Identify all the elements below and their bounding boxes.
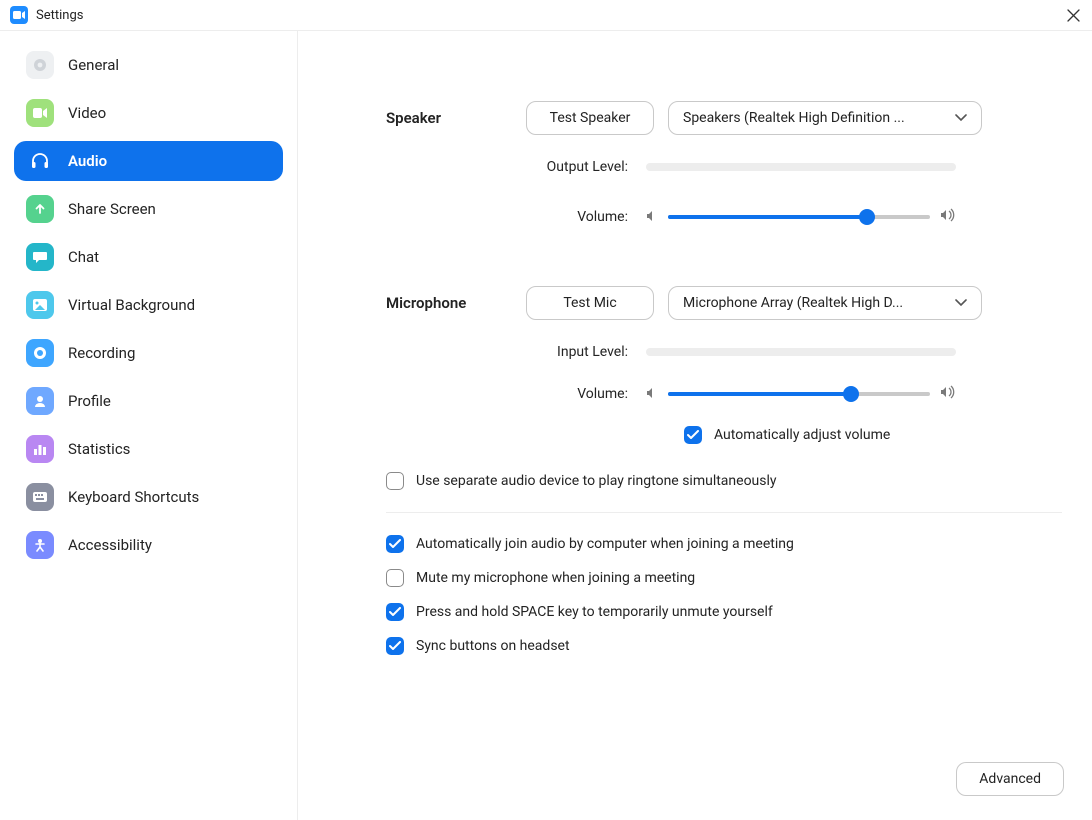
accessibility-icon bbox=[26, 531, 54, 559]
sidebar-item-label: Chat bbox=[68, 248, 99, 266]
sidebar-item-statistics[interactable]: Statistics bbox=[14, 429, 283, 469]
sidebar-item-label: Profile bbox=[68, 392, 111, 410]
close-button[interactable] bbox=[1064, 6, 1082, 24]
record-icon bbox=[26, 339, 54, 367]
checkbox-label: Press and hold SPACE key to temporarily … bbox=[416, 604, 773, 620]
speaker-device-dropdown[interactable]: Speakers (Realtek High Definition ... bbox=[668, 101, 982, 135]
sidebar-item-share-screen[interactable]: Share Screen bbox=[14, 189, 283, 229]
gear-icon bbox=[26, 51, 54, 79]
speaker-volume-slider[interactable] bbox=[646, 207, 956, 226]
share-screen-icon bbox=[26, 195, 54, 223]
speaker-high-icon bbox=[940, 384, 956, 403]
input-level-label: Input Level: bbox=[386, 344, 646, 360]
checkbox-box bbox=[386, 569, 404, 587]
speaker-label: Speaker bbox=[386, 109, 526, 127]
sidebar-item-label: Statistics bbox=[68, 440, 130, 458]
video-icon bbox=[26, 99, 54, 127]
checkbox-box bbox=[386, 472, 404, 490]
microphone-device-value: Microphone Array (Realtek High D... bbox=[683, 295, 903, 311]
space-unmute-checkbox[interactable]: Press and hold SPACE key to temporarily … bbox=[386, 603, 1062, 621]
divider bbox=[386, 512, 1062, 513]
sidebar-item-label: Accessibility bbox=[68, 536, 152, 554]
speaker-high-icon bbox=[940, 207, 956, 226]
checkbox-label: Use separate audio device to play ringto… bbox=[416, 473, 777, 489]
sidebar-item-label: Keyboard Shortcuts bbox=[68, 488, 199, 506]
test-mic-button[interactable]: Test Mic bbox=[526, 286, 654, 320]
sidebar-item-accessibility[interactable]: Accessibility bbox=[14, 525, 283, 565]
checkbox-label: Automatically join audio by computer whe… bbox=[416, 536, 794, 552]
mute-on-join-checkbox[interactable]: Mute my microphone when joining a meetin… bbox=[386, 569, 1062, 587]
checkbox-label: Mute my microphone when joining a meetin… bbox=[416, 570, 695, 586]
sidebar: General Video Audio Share Screen Chat bbox=[0, 31, 298, 820]
chevron-down-icon bbox=[955, 295, 967, 311]
image-icon bbox=[26, 291, 54, 319]
microphone-device-dropdown[interactable]: Microphone Array (Realtek High D... bbox=[668, 286, 982, 320]
checkbox-label: Automatically adjust volume bbox=[714, 427, 890, 443]
checkbox-box bbox=[684, 426, 702, 444]
output-level-label: Output Level: bbox=[386, 159, 646, 175]
auto-adjust-volume-checkbox[interactable]: Automatically adjust volume bbox=[684, 426, 890, 444]
speaker-low-icon bbox=[646, 207, 658, 226]
window-title: Settings bbox=[36, 8, 83, 23]
chevron-down-icon bbox=[955, 110, 967, 126]
titlebar: Settings bbox=[0, 0, 1092, 31]
chat-icon bbox=[26, 243, 54, 271]
test-speaker-button[interactable]: Test Speaker bbox=[526, 101, 654, 135]
profile-icon bbox=[26, 387, 54, 415]
checkbox-box bbox=[386, 535, 404, 553]
auto-join-audio-checkbox[interactable]: Automatically join audio by computer whe… bbox=[386, 535, 1062, 553]
sync-headset-checkbox[interactable]: Sync buttons on headset bbox=[386, 637, 1062, 655]
sidebar-item-label: Virtual Background bbox=[68, 296, 195, 314]
checkbox-label: Sync buttons on headset bbox=[416, 638, 570, 654]
statistics-icon bbox=[26, 435, 54, 463]
audio-settings-panel: Speaker Test Speaker Speakers (Realtek H… bbox=[298, 31, 1092, 820]
output-level-meter bbox=[646, 163, 956, 171]
separate-ringtone-checkbox[interactable]: Use separate audio device to play ringto… bbox=[386, 472, 777, 490]
sidebar-item-keyboard-shortcuts[interactable]: Keyboard Shortcuts bbox=[14, 477, 283, 517]
sidebar-item-virtual-background[interactable]: Virtual Background bbox=[14, 285, 283, 325]
speaker-device-value: Speakers (Realtek High Definition ... bbox=[683, 110, 905, 126]
input-level-meter bbox=[646, 348, 956, 356]
sidebar-item-profile[interactable]: Profile bbox=[14, 381, 283, 421]
keyboard-icon bbox=[26, 483, 54, 511]
mic-volume-label: Volume: bbox=[386, 386, 646, 402]
checkbox-box bbox=[386, 637, 404, 655]
main-container: General Video Audio Share Screen Chat bbox=[0, 31, 1092, 820]
speaker-low-icon bbox=[646, 384, 658, 403]
sidebar-item-video[interactable]: Video bbox=[14, 93, 283, 133]
headphones-icon bbox=[26, 147, 54, 175]
sidebar-item-label: Share Screen bbox=[68, 200, 156, 218]
sidebar-item-general[interactable]: General bbox=[14, 45, 283, 85]
sidebar-item-label: Audio bbox=[68, 152, 107, 170]
app-logo bbox=[10, 6, 28, 24]
sidebar-item-label: Recording bbox=[68, 344, 135, 362]
speaker-volume-label: Volume: bbox=[386, 209, 646, 225]
sidebar-item-label: Video bbox=[68, 104, 106, 122]
mic-volume-slider[interactable] bbox=[646, 384, 956, 403]
sidebar-item-recording[interactable]: Recording bbox=[14, 333, 283, 373]
microphone-section: Microphone Test Mic Microphone Array (Re… bbox=[386, 286, 1062, 444]
checkbox-box bbox=[386, 603, 404, 621]
speaker-section: Speaker Test Speaker Speakers (Realtek H… bbox=[386, 101, 1062, 226]
sidebar-item-chat[interactable]: Chat bbox=[14, 237, 283, 277]
sidebar-item-audio[interactable]: Audio bbox=[14, 141, 283, 181]
advanced-button[interactable]: Advanced bbox=[956, 762, 1064, 796]
sidebar-item-label: General bbox=[68, 56, 119, 74]
microphone-label: Microphone bbox=[386, 294, 526, 312]
